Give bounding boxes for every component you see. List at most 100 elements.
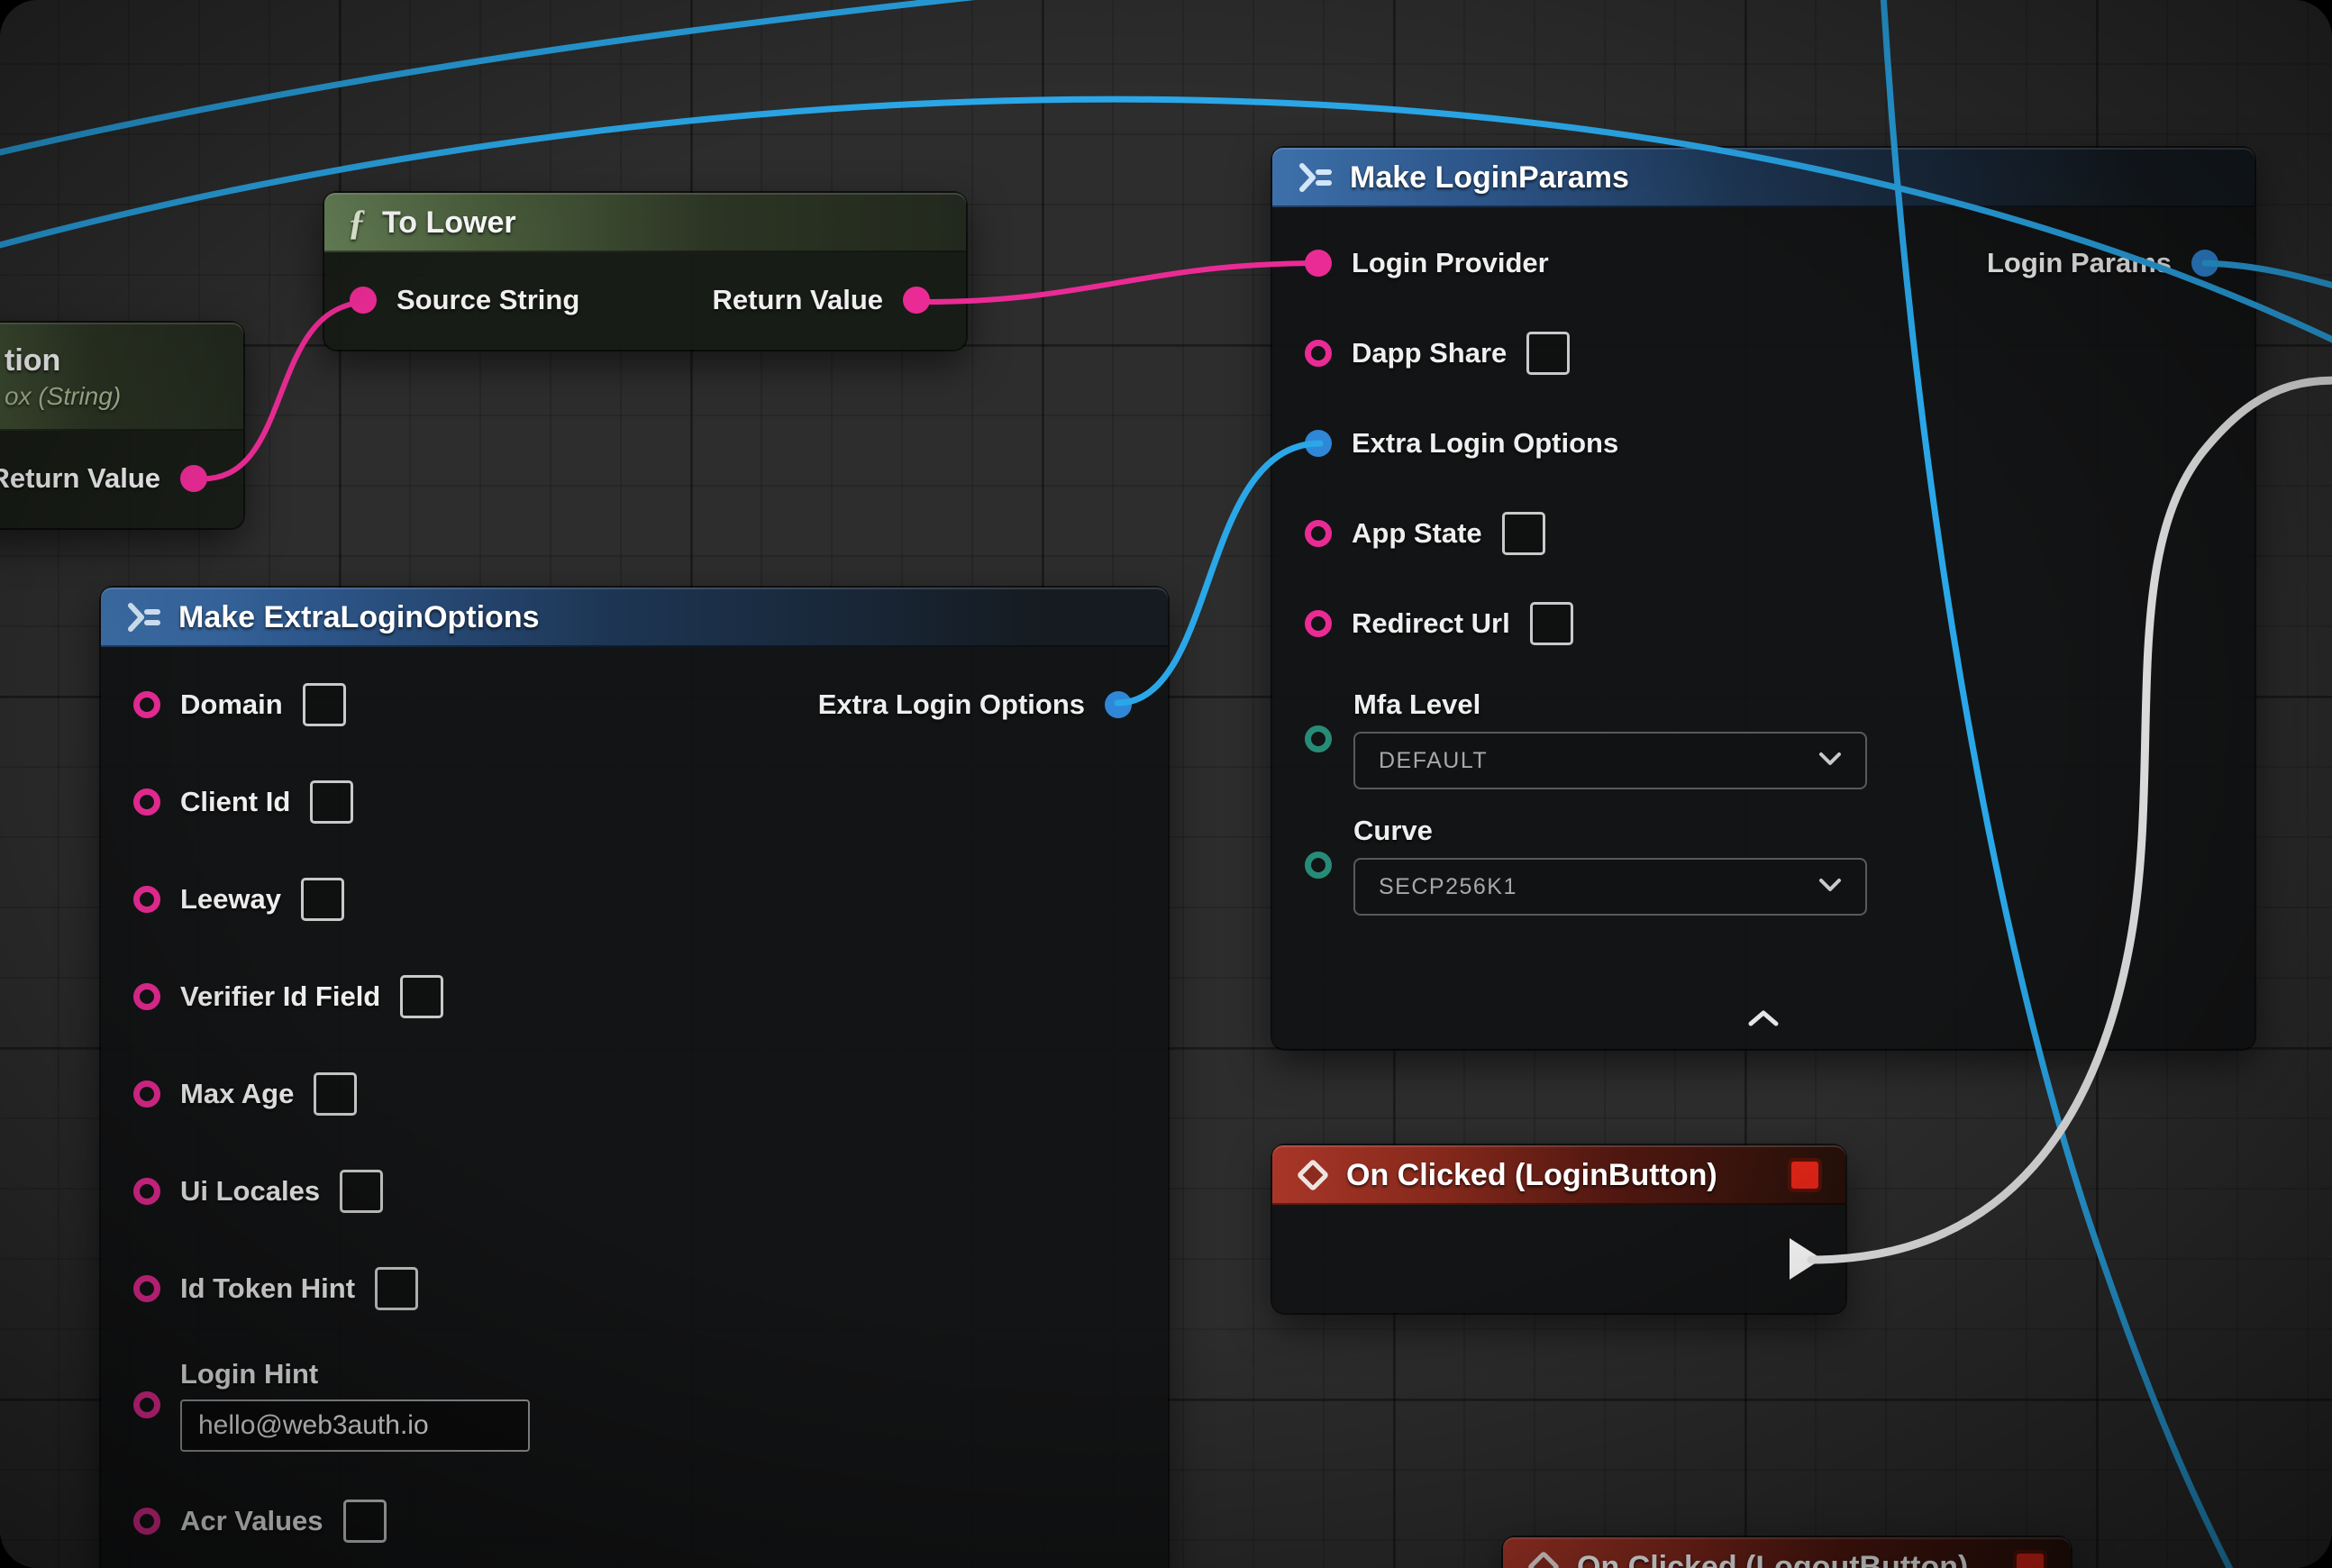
extra-login-options-out-label: Extra Login Options [818,688,1085,721]
node-on-clicked-loginbutton[interactable]: On Clicked (LoginButton) [1272,1145,1845,1313]
return-value-out-pin[interactable] [903,287,930,314]
curve-value: SECP256K1 [1379,874,1517,900]
verifier-id-field-checkbox[interactable] [400,975,443,1018]
node-header[interactable]: On Clicked (LogoutButton) [1503,1537,2071,1568]
mfa-level-dropdown[interactable]: DEFAULT [1353,732,1867,789]
mfa-level-in-pin[interactable] [1305,725,1332,752]
domain-in-pin[interactable] [133,691,160,718]
node-to-lower[interactable]: ƒ To Lower Source String Return Value [324,193,966,350]
pin-row-curve: Curve SECP256K1 [1272,809,2255,921]
node-make-extraloginoptions[interactable]: Make ExtraLoginOptions Domain Extra Logi… [101,588,1168,1568]
wire-blue-top-2[interactable] [0,0,1307,159]
login-params-out-label: Login Params [1987,247,2172,279]
redirect-url-in-pin[interactable] [1305,610,1332,637]
pin-row-extra-login-options: Extra Login Options [1272,398,2255,488]
dapp-share-in-pin[interactable] [1305,340,1332,367]
node-header[interactable]: Make LoginParams [1272,148,2255,207]
chevron-up-icon [1747,1009,1780,1032]
node-on-clicked-logoutbutton[interactable]: On Clicked (LogoutButton) [1503,1537,2071,1568]
login-hint-input[interactable] [180,1399,530,1452]
pin-row-dapp-share: Dapp Share [1272,308,2255,398]
pin-row-verifier-id-field: Verifier Id Field [101,948,1168,1045]
acr-values-in-pin[interactable] [133,1508,160,1535]
pin-row-client-id: Client Id [101,753,1168,851]
pin-row-mfa-level: Mfa Level DEFAULT [1272,683,2255,795]
node-title: On Clicked (LoginButton) [1346,1158,1717,1193]
node-header[interactable]: tion ox (String) [0,323,243,431]
ui-locales-checkbox[interactable] [340,1170,383,1213]
login-hint-in-pin[interactable] [133,1391,160,1418]
curve-in-pin[interactable] [1305,852,1332,879]
collapse-pins-button[interactable] [1272,1000,2255,1040]
dapp-share-checkbox[interactable] [1526,332,1570,375]
chevron-down-icon [1818,878,1842,897]
node-header[interactable]: ƒ To Lower [324,193,966,252]
app-state-in-pin[interactable] [1305,520,1332,547]
id-token-hint-label: Id Token Hint [180,1272,355,1305]
exec-out-pin[interactable] [1790,1238,1822,1280]
app-state-label: App State [1352,517,1482,550]
max-age-label: Max Age [180,1078,294,1110]
delegate-pin[interactable] [1788,1158,1822,1192]
pin-row-app-state: App State [1272,488,2255,579]
pin-row-max-age: Max Age [101,1045,1168,1143]
screenshot-root: tion ox (String) Return Value ƒ To Lower… [0,0,2332,1568]
leeway-checkbox[interactable] [301,878,344,921]
node-make-loginparams[interactable]: Make LoginParams Login Provider Login Pa… [1272,148,2255,1049]
pin-row-redirect-url: Redirect Url [1272,579,2255,669]
ui-locales-in-pin[interactable] [133,1178,160,1205]
client-id-in-pin[interactable] [133,789,160,816]
delegate-pin[interactable] [2013,1550,2047,1568]
redirect-url-label: Redirect Url [1352,607,1510,640]
pin-row-domain: Domain Extra Login Options [101,656,1168,753]
pin-row-leeway: Leeway [101,851,1168,948]
app-state-checkbox[interactable] [1502,512,1545,555]
source-string-in-pin[interactable] [350,287,377,314]
node-title: Make LoginParams [1350,160,1629,196]
function-icon: ƒ [348,205,366,241]
id-token-hint-in-pin[interactable] [133,1275,160,1302]
mfa-level-label: Mfa Level [1353,688,1867,721]
node-text-function-partial[interactable]: tion ox (String) Return Value [0,323,243,528]
extra-login-options-out-pin[interactable] [1105,691,1132,718]
acr-values-checkbox[interactable] [343,1500,387,1543]
make-struct-icon [1296,159,1334,196]
extra-login-options-label: Extra Login Options [1352,427,1618,460]
wire-tolower-to-login-provider[interactable] [919,263,1321,302]
node-header[interactable]: On Clicked (LoginButton) [1272,1145,1845,1205]
mfa-level-value: DEFAULT [1379,748,1488,774]
pin-row: Source String Return Value [324,252,966,348]
verifier-id-field-in-pin[interactable] [133,983,160,1010]
login-provider-label: Login Provider [1352,247,1549,279]
domain-checkbox[interactable] [303,683,346,726]
node-title: tion [5,343,60,378]
extra-login-options-in-pin[interactable] [1305,430,1332,457]
pin-row-ui-locales: Ui Locales [101,1143,1168,1240]
return-value-out-pin[interactable] [180,465,207,492]
client-id-checkbox[interactable] [310,780,353,824]
ui-locales-label: Ui Locales [180,1175,320,1208]
id-token-hint-checkbox[interactable] [375,1267,418,1310]
redirect-url-checkbox[interactable] [1530,602,1573,645]
pin-row-login-provider: Login Provider Login Params [1272,218,2255,308]
verifier-id-field-label: Verifier Id Field [180,980,380,1013]
node-header[interactable]: Make ExtraLoginOptions [101,588,1168,647]
login-params-out-pin[interactable] [2191,250,2218,277]
pin-row: Return Value [0,431,243,526]
event-icon [1527,1551,1561,1568]
max-age-checkbox[interactable] [314,1072,357,1116]
domain-label: Domain [180,688,283,721]
chevron-down-icon [1818,752,1842,770]
acr-values-label: Acr Values [180,1505,323,1537]
node-title: To Lower [382,205,516,241]
blueprint-canvas[interactable]: tion ox (String) Return Value ƒ To Lower… [0,0,2332,1568]
curve-dropdown[interactable]: SECP256K1 [1353,858,1867,916]
node-title: Make ExtraLoginOptions [178,600,540,635]
curve-label: Curve [1353,815,1867,847]
source-string-label: Source String [396,284,579,316]
max-age-in-pin[interactable] [133,1080,160,1108]
leeway-in-pin[interactable] [133,886,160,913]
pin-row-id-token-hint: Id Token Hint [101,1240,1168,1337]
node-subtitle: ox (String) [5,382,121,411]
login-provider-in-pin[interactable] [1305,250,1332,277]
